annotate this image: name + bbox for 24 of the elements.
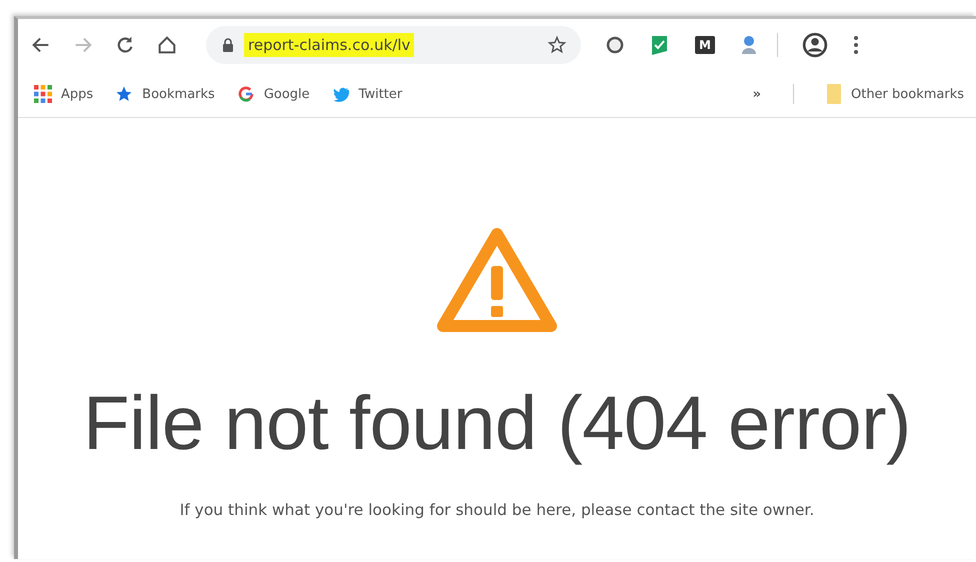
account-icon[interactable] — [802, 32, 828, 58]
home-icon[interactable] — [156, 34, 178, 56]
checkmark-icon[interactable] — [649, 34, 669, 56]
star-icon — [115, 85, 134, 103]
error-heading: File not found (404 error) — [83, 380, 911, 467]
bird-icon — [332, 85, 350, 103]
lock-icon — [222, 38, 234, 52]
star-icon[interactable] — [547, 35, 567, 55]
overflow-button[interactable]: » — [752, 86, 761, 102]
extension-button[interactable]: M — [695, 36, 715, 54]
address-bar[interactable]: report-claims.co.uk/lv — [206, 26, 581, 64]
warning-icon — [435, 226, 559, 334]
menu-icon[interactable] — [852, 34, 860, 56]
bookmark-item[interactable]: Apps — [34, 85, 94, 103]
bookmark-folder[interactable]: Other bookmarks — [826, 83, 964, 105]
folder-icon — [826, 83, 842, 105]
bookmark-item[interactable]: Twitter — [332, 85, 402, 103]
apps-icon — [34, 85, 52, 103]
url-text: report-claims.co.uk/lv — [244, 33, 414, 57]
circle-icon[interactable] — [605, 35, 625, 55]
bookmark-item[interactable]: Bookmarks — [115, 85, 215, 103]
google-icon — [236, 85, 255, 103]
error-message: If you think what you're looking for should be here, please contact the site owner. — [180, 501, 814, 519]
bookmark-item[interactable]: Google — [236, 85, 310, 103]
